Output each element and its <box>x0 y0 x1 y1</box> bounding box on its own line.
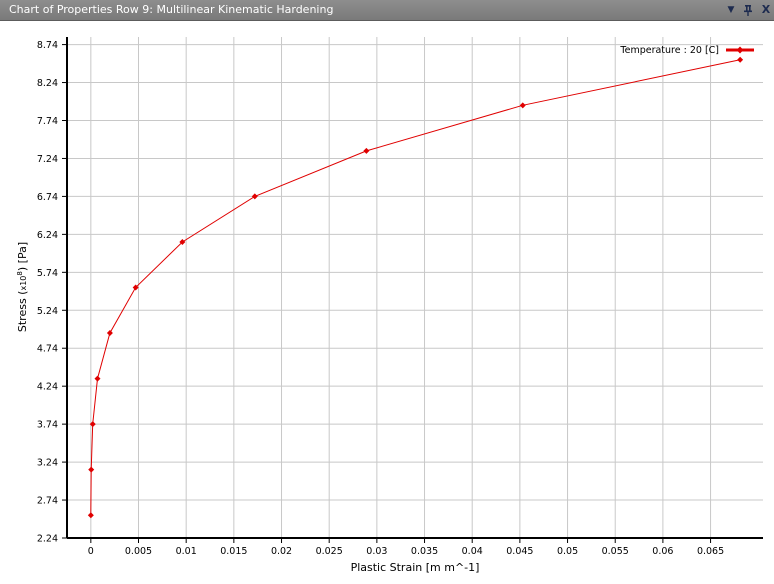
window-titlebar: Chart of Properties Row 9: Multilinear K… <box>0 0 774 21</box>
y-axis-label-main: Stress ( <box>16 291 29 333</box>
x-tick-label: 0.06 <box>652 546 673 557</box>
x-tick-label: 0.065 <box>697 546 724 557</box>
x-tick-label: 0 <box>88 546 94 557</box>
pin-icon[interactable] <box>741 3 755 17</box>
chart-svg: 0 0.005 0.01 0.015 0.02 0.025 0.03 0.035 0.04 0.0… <box>16 37 763 574</box>
pin-icon-glyph <box>744 5 752 16</box>
close-icon[interactable]: X <box>759 3 773 17</box>
y-tick-label: 3.24 <box>37 458 58 469</box>
chart-area: 0 0.005 0.01 0.015 0.02 0.025 0.03 0.035 0.04 0.0… <box>0 21 774 580</box>
y-axis-label-mult: x10 <box>19 276 28 291</box>
y-tick-label: 6.24 <box>37 230 58 241</box>
y-tick-label: 5.24 <box>37 306 58 317</box>
dropdown-arrow-icon[interactable]: ▼ <box>724 3 738 17</box>
x-axis-label: Plastic Strain [m m^-1] <box>351 561 480 574</box>
y-tick-label: 5.74 <box>37 268 58 279</box>
y-axis-label-unit: ) [Pa] <box>16 242 29 271</box>
y-tick-label: 4.74 <box>37 344 58 355</box>
x-tick-label: 0.04 <box>462 546 483 557</box>
plot-background <box>67 37 763 538</box>
x-tick-label: 0.03 <box>366 546 387 557</box>
y-tick-label: 7.24 <box>37 154 58 165</box>
y-tick-label: 4.24 <box>37 382 58 393</box>
y-axis-label: Stress (x108) [Pa] <box>16 242 29 332</box>
y-tick-label: 2.74 <box>37 496 58 507</box>
y-tick-label: 7.74 <box>37 116 58 127</box>
x-tick-label: 0.05 <box>557 546 578 557</box>
x-tick-label: 0.01 <box>176 546 197 557</box>
y-tick-label: 2.24 <box>37 534 58 545</box>
x-tick-label: 0.015 <box>220 546 247 557</box>
y-tick-label: 6.74 <box>37 192 58 203</box>
x-tick-label: 0.005 <box>125 546 152 557</box>
y-tick-label: 3.74 <box>37 420 58 431</box>
y-tick-label: 8.74 <box>37 40 58 51</box>
x-tick-label: 0.025 <box>316 546 343 557</box>
x-tick-label: 0.035 <box>411 546 438 557</box>
x-tick-label: 0.045 <box>506 546 533 557</box>
window-title: Chart of Properties Row 9: Multilinear K… <box>9 3 334 16</box>
x-tick-label: 0.055 <box>602 546 629 557</box>
legend-label: Temperature : 20 [C] <box>619 45 719 56</box>
y-tick-label: 8.24 <box>37 78 58 89</box>
x-tick-label: 0.02 <box>271 546 292 557</box>
